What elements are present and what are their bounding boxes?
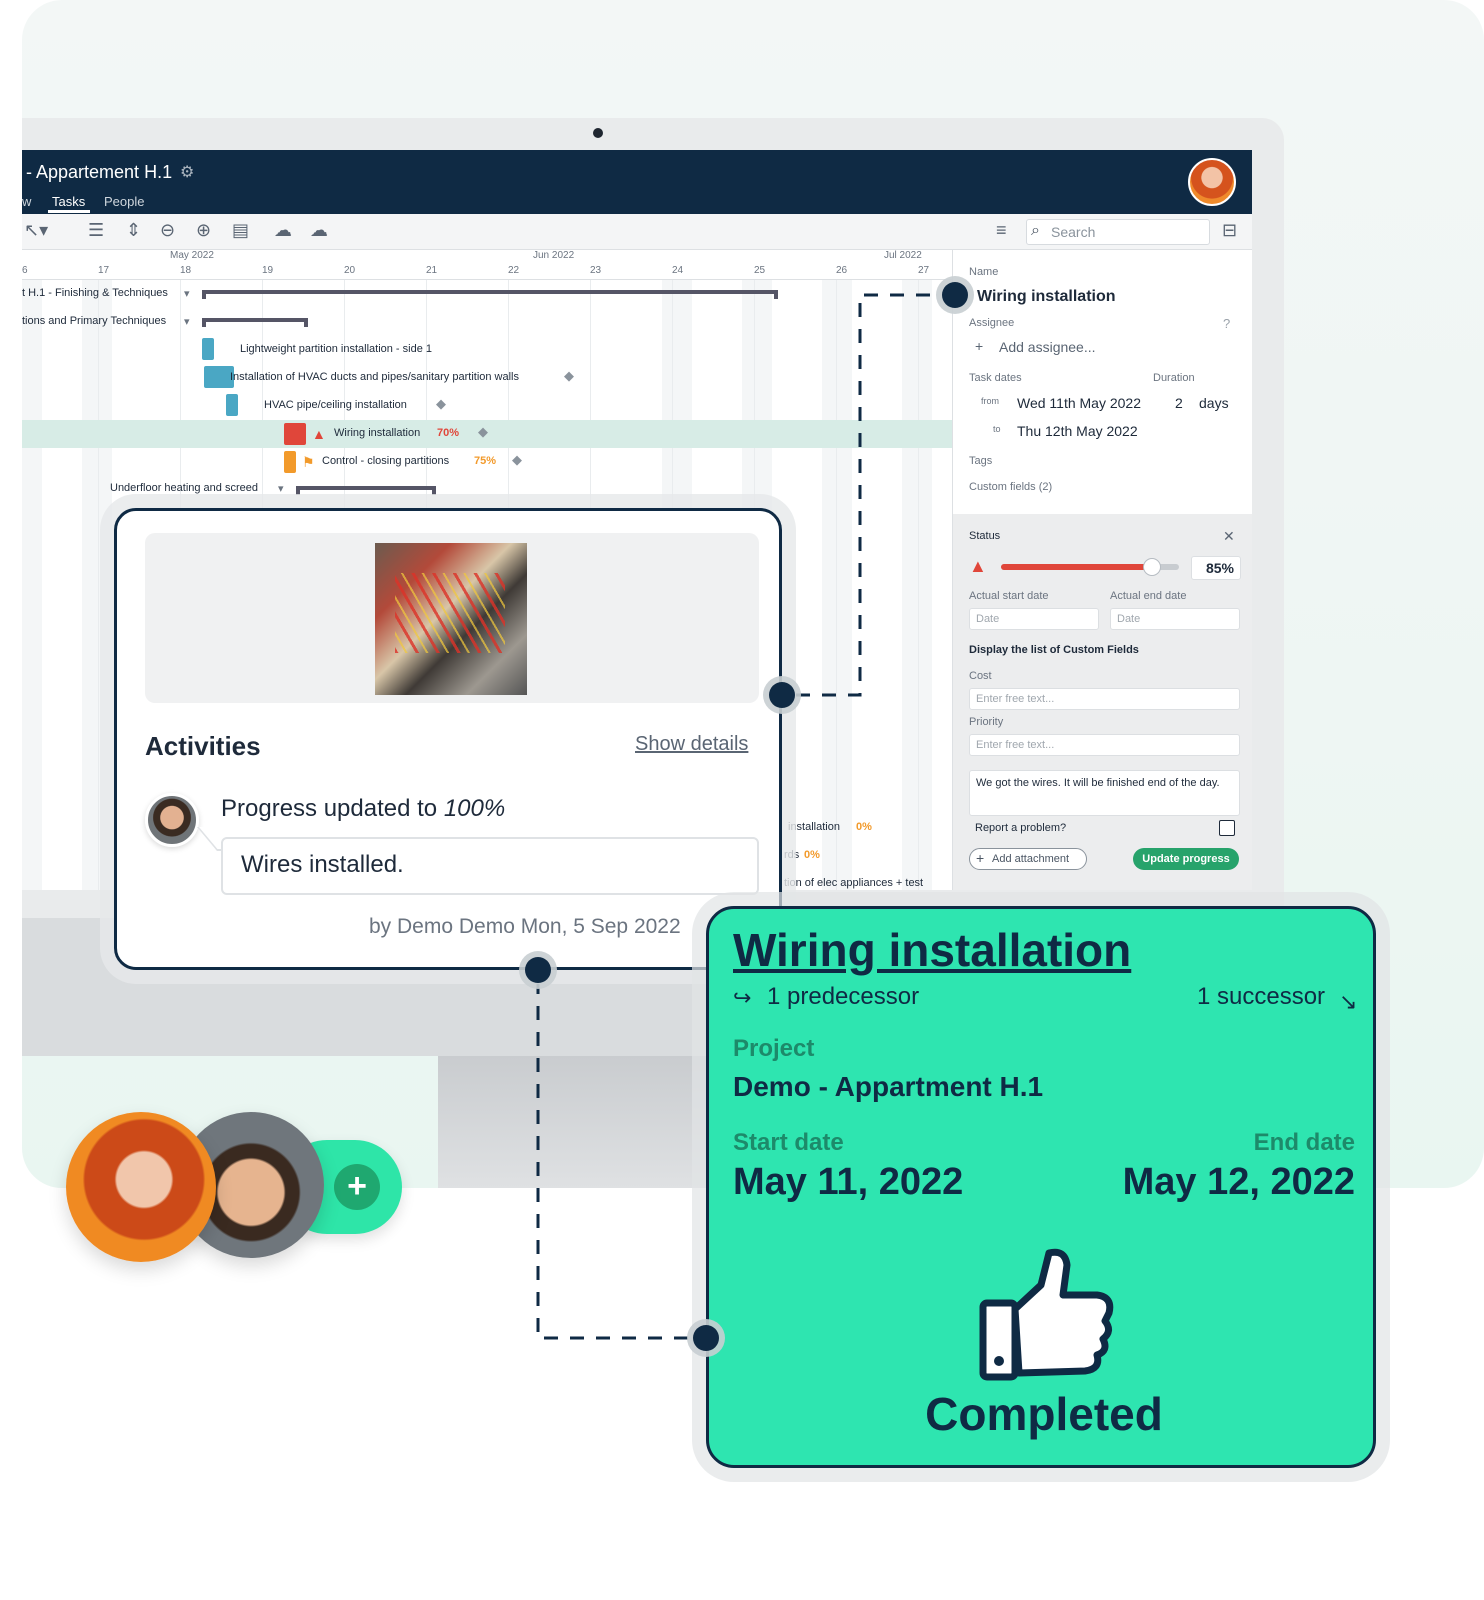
card-start-label: Start date bbox=[733, 1129, 844, 1156]
connector-dot bbox=[525, 957, 551, 983]
card-successor[interactable]: 1 successor bbox=[1197, 983, 1325, 1011]
task-summary-card: Wiring installation ↪ 1 predecessor 1 su… bbox=[706, 906, 1376, 1468]
activity-comment-bubble: Wires installed. bbox=[221, 837, 759, 895]
wiring-photo[interactable] bbox=[375, 543, 527, 695]
card-predecessor[interactable]: 1 predecessor bbox=[767, 983, 919, 1011]
card-status-text: Completed bbox=[925, 1388, 1163, 1440]
card-end-label: End date bbox=[1253, 1129, 1355, 1156]
card-start-value: May 11, 2022 bbox=[733, 1161, 964, 1203]
connector-dot bbox=[693, 1325, 719, 1351]
show-details-link[interactable]: Show details bbox=[635, 733, 748, 756]
connector-panel-popup bbox=[790, 293, 930, 697]
card-project-label: Project bbox=[733, 1035, 815, 1062]
activity-progress-prefix: Progress updated to bbox=[221, 795, 444, 822]
activity-progress-value: 100% bbox=[443, 795, 506, 822]
connector-dot bbox=[769, 682, 795, 708]
thumbs-up-icon bbox=[979, 1248, 1114, 1381]
activity-user-avatar bbox=[145, 793, 199, 847]
activity-progress-text: Progress updated to 100% bbox=[221, 795, 505, 823]
team-member-avatar[interactable] bbox=[66, 1112, 216, 1262]
activity-byline: by Demo Demo Mon, 5 Sep 2022 bbox=[369, 915, 681, 938]
card-end-value: May 12, 2022 bbox=[1122, 1161, 1355, 1203]
activities-title: Activities bbox=[145, 731, 261, 761]
plus-icon[interactable]: + bbox=[334, 1164, 380, 1210]
activities-popup: Activities Show details Progress updated… bbox=[114, 508, 782, 970]
connector-popup-card bbox=[536, 980, 700, 1340]
arrow-left-icon: ↪ bbox=[733, 985, 752, 1010]
connector-dot bbox=[942, 282, 968, 308]
card-project-value: Demo - Appartment H.1 bbox=[733, 1071, 1044, 1102]
card-task-title[interactable]: Wiring installation bbox=[733, 923, 1131, 977]
photo-container bbox=[145, 533, 759, 703]
arrow-right-icon: ↘ bbox=[1339, 989, 1358, 1014]
